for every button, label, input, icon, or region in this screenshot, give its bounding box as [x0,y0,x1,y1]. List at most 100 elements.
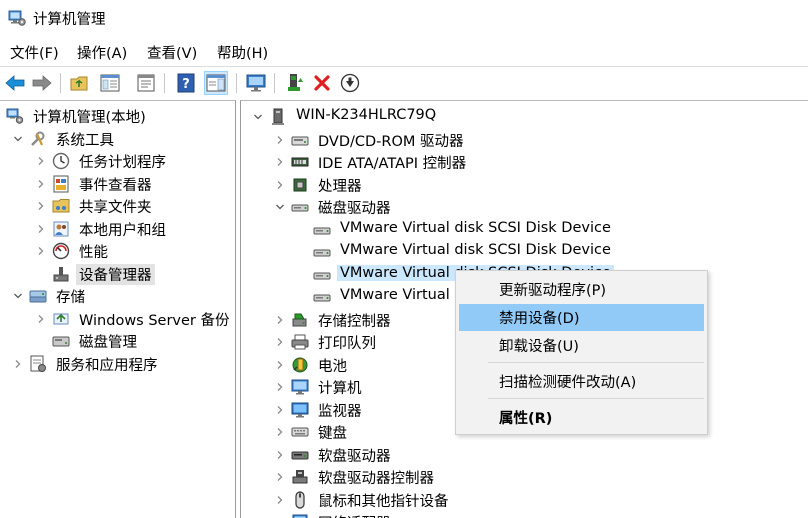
console-tree-item[interactable]: 计算机管理(本地) [0,105,235,127]
device-tree-item-label: 磁盘驱动器 [318,201,391,217]
console-tree-item[interactable]: 性能 [0,240,235,262]
processor-icon [291,176,309,194]
menu-file[interactable]: 文件(F) [8,42,61,63]
window-title: 计算机管理 [33,12,106,28]
device-tree-item-label: 网络适配器 [315,512,394,518]
context-menu-properties[interactable]: 属性(R) [459,404,704,431]
expand-chevron-icon[interactable] [275,202,285,212]
device-tree-item-label: VMware Virtual disk SCSI Disk Device [340,242,611,258]
context-menu-scan-hardware[interactable]: 扫描检测硬件改动(A) [459,368,704,395]
shared-folder-icon [52,197,70,215]
keyboard-icon [291,423,309,441]
ide-controller-icon [291,153,309,171]
users-icon [52,220,70,238]
expand-chevron-icon[interactable] [13,291,23,301]
context-menu-disable-device[interactable]: 禁用设备(D) [459,304,704,331]
computer-monitor-icon [291,378,309,396]
console-tree-item[interactable]: 本地用户和组 [0,218,235,240]
disk-management-icon [52,332,70,350]
performance-icon [52,242,70,260]
collapse-chevron-icon[interactable] [36,246,46,256]
help-icon[interactable]: ? [174,71,198,95]
storage-icon [29,287,47,305]
collapse-chevron-icon[interactable] [275,427,285,437]
console-tree-item[interactable]: 磁盘管理 [0,330,235,352]
device-tree-item[interactable]: WIN-K234HLRC79Q [241,106,808,128]
action-pane-icon[interactable] [204,71,228,95]
console-tree-item[interactable]: 设备管理器 [0,263,235,285]
device-tree-item-label: 鼠标和其他指针设备 [318,493,449,510]
svg-text:?: ? [182,77,190,92]
collapse-chevron-icon[interactable] [36,201,46,211]
device-tree-item-label: 存储控制器 [318,313,391,330]
console-tree-item-label: 系统工具 [56,132,114,149]
back-arrow-icon[interactable] [3,71,27,95]
collapse-chevron-icon[interactable] [13,359,23,369]
properties-icon[interactable] [134,71,158,95]
disk-drive-icon [313,221,331,239]
menu-help[interactable]: 帮助(H) [215,42,270,63]
console-tree-item-label: Windows Server 备份 [79,312,230,329]
device-tree-item[interactable]: 软盘驱动器 [241,444,808,466]
console-tree-item-label: 性能 [79,245,108,261]
collapse-chevron-icon[interactable] [275,450,285,460]
device-tree-item[interactable]: 软盘驱动器控制器 [241,466,808,488]
collapse-chevron-icon[interactable] [275,337,285,347]
show-hide-console-tree-icon[interactable] [98,71,122,95]
backup-icon [52,310,70,328]
collapse-chevron-icon[interactable] [275,405,285,415]
console-tree-item[interactable]: 事件查看器 [0,173,235,195]
collapse-chevron-icon[interactable] [36,314,46,324]
device-tree-item[interactable]: DVD/CD-ROM 驱动器 [241,129,808,151]
collapse-chevron-icon[interactable] [36,156,46,166]
collapse-chevron-icon[interactable] [275,157,285,167]
computer-monitor-icon[interactable] [244,71,268,95]
uninstall-x-icon[interactable] [310,71,334,95]
device-tree-item-label: 处理器 [318,178,362,195]
context-menu-update-driver[interactable]: 更新驱动程序(P) [459,276,704,303]
download-arrow-icon[interactable] [338,71,362,95]
collapse-chevron-icon[interactable] [36,179,46,189]
forward-arrow-icon[interactable] [30,71,54,95]
collapse-chevron-icon[interactable] [275,135,285,145]
context-menu-uninstall-device[interactable]: 卸载设备(U) [459,332,704,359]
expand-chevron-icon[interactable] [253,112,263,122]
collapse-chevron-icon[interactable] [275,495,285,505]
console-tree-item[interactable]: 任务计划程序 [0,150,235,172]
context-menu-separator [488,398,704,399]
console-tree-item[interactable]: Windows Server 备份 [0,308,235,330]
up-folder-icon[interactable] [68,71,92,95]
collapse-chevron-icon[interactable] [36,224,46,234]
console-tree-item[interactable]: 服务和应用程序 [0,353,235,375]
dvd-drive-icon [291,131,309,149]
device-tree-item[interactable]: IDE ATA/ATAPI 控制器 [241,151,808,173]
device-tree-item[interactable]: 磁盘驱动器 [241,196,808,218]
device-tree-item[interactable]: VMware Virtual disk SCSI Disk Device [241,219,808,241]
toolbar-separator [164,73,165,93]
collapse-chevron-icon[interactable] [275,180,285,190]
console-tree-item[interactable]: 系统工具 [0,128,235,150]
device-tree-item[interactable]: VMware Virtual disk SCSI Disk Device [241,241,808,263]
context-menu-label: 更新驱动程序(P) [499,283,607,299]
collapse-chevron-icon[interactable] [275,315,285,325]
device-tree-item[interactable]: 处理器 [241,174,808,196]
toolbar-separator [274,73,275,93]
console-tree-item[interactable]: 存储 [0,285,235,307]
device-tree-item[interactable]: 网络适配器 [241,511,808,518]
expand-chevron-icon[interactable] [13,134,23,144]
update-driver-icon[interactable] [283,71,307,95]
floppy-controller-icon [291,468,309,486]
collapse-chevron-icon[interactable] [275,382,285,392]
menu-view[interactable]: 查看(V) [145,42,199,63]
battery-icon [291,356,309,374]
collapse-chevron-icon[interactable] [275,472,285,482]
computer-management-icon [8,10,26,26]
menu-action[interactable]: 操作(A) [75,42,129,63]
device-tree-item-label: IDE ATA/ATAPI 控制器 [318,156,467,172]
console-tree-item-label: 共享文件夹 [79,200,152,216]
device-tree-item[interactable]: 鼠标和其他指针设备 [241,489,808,511]
console-tree-item[interactable]: 共享文件夹 [0,195,235,217]
floppy-drive-icon [291,446,309,464]
device-tree-item-label: WIN-K234HLRC79Q [296,107,437,123]
collapse-chevron-icon[interactable] [275,360,285,370]
